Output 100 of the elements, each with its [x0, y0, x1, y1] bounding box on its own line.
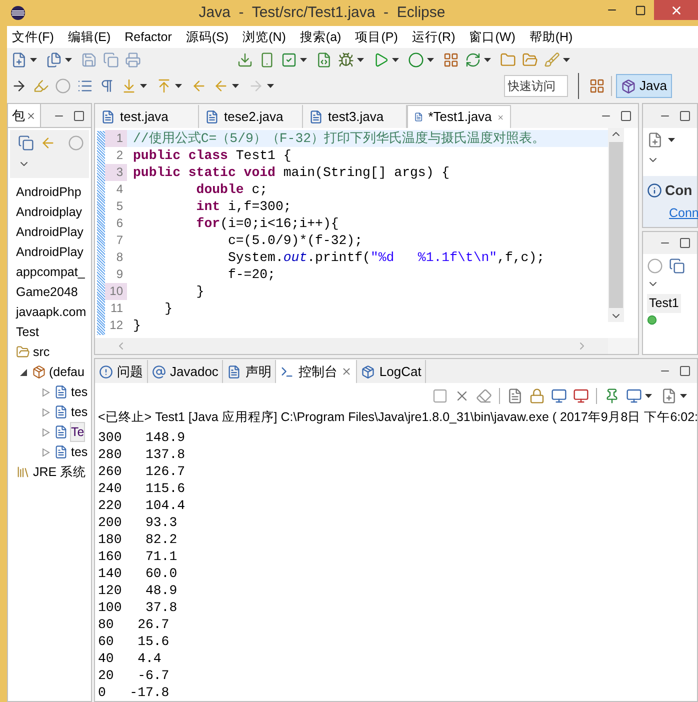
remove-all-icon[interactable]	[476, 388, 492, 404]
close-icon[interactable]	[341, 366, 352, 377]
maximize-icon[interactable]	[679, 237, 691, 249]
quick-access-field[interactable]: 快速访问	[504, 75, 568, 97]
menu-item[interactable]: 编辑(E)	[68, 28, 111, 46]
list-icon[interactable]	[77, 78, 93, 94]
tree-item[interactable]: AndroidPhp	[16, 182, 82, 202]
folder-icon[interactable]	[16, 345, 30, 359]
phone-icon[interactable]	[259, 52, 275, 68]
expanded-arrow-icon[interactable]	[20, 368, 28, 376]
java-file-icon[interactable]	[54, 405, 68, 419]
menu-item[interactable]: 窗口(W)	[469, 28, 516, 46]
collapsed-arrow-icon[interactable]	[42, 388, 50, 396]
tree-item[interactable]: tes	[71, 402, 88, 422]
folder-icon[interactable]	[500, 52, 516, 68]
pilcrow-icon[interactable]	[99, 78, 115, 94]
open-folder-icon[interactable]	[522, 52, 538, 68]
caret-icon[interactable]	[392, 58, 399, 62]
tree-item[interactable]: AndroidPlay	[16, 242, 84, 262]
tree-item[interactable]: tes	[71, 382, 88, 402]
close-icon[interactable]	[670, 4, 682, 16]
new-task-icon[interactable]	[647, 132, 663, 148]
tree-item[interactable]: Androidplay	[16, 202, 82, 222]
collapsed-arrow-icon[interactable]	[42, 448, 50, 456]
show-error-icon[interactable]	[573, 388, 589, 404]
show-output-icon[interactable]	[551, 388, 567, 404]
clear-console-icon[interactable]	[507, 388, 523, 404]
stop-icon[interactable]	[432, 388, 448, 404]
save-icon[interactable]	[81, 52, 97, 68]
download-icon[interactable]	[237, 52, 253, 68]
menu-item[interactable]: 源码(S)	[186, 28, 229, 46]
caret-icon[interactable]	[645, 394, 652, 398]
maximize-icon[interactable]	[73, 110, 85, 122]
caret-icon[interactable]	[300, 58, 307, 62]
tree-item[interactable]: AndroidPlay	[16, 222, 84, 242]
caret-icon[interactable]	[427, 58, 434, 62]
library-icon[interactable]	[16, 465, 30, 479]
tree-item[interactable]: JRE 系统	[33, 462, 86, 482]
display-console-icon[interactable]	[626, 388, 642, 404]
new-console-icon[interactable]	[661, 388, 677, 404]
tree-item[interactable]: appcompat_	[16, 262, 85, 282]
connect-link[interactable]: Conn	[669, 206, 698, 220]
menu-item[interactable]: Refactor	[124, 28, 172, 46]
save-all-icon[interactable]	[103, 52, 119, 68]
caret-icon[interactable]	[30, 58, 37, 62]
maximize-icon[interactable]	[620, 110, 632, 122]
next-annotation-icon[interactable]	[11, 78, 27, 94]
tree-item[interactable]: javaapk.com	[16, 302, 86, 322]
menu-item[interactable]: 搜索(a)	[300, 28, 342, 46]
tree-item[interactable]: Te	[71, 422, 84, 442]
close-button[interactable]	[654, 0, 698, 20]
refresh-icon[interactable]	[465, 52, 481, 68]
maximize-icon[interactable]	[679, 110, 691, 122]
caret-icon[interactable]	[680, 394, 687, 398]
method-icon[interactable]	[647, 314, 657, 325]
caret-icon[interactable]	[232, 84, 239, 88]
caret-icon[interactable]	[668, 138, 675, 142]
new-document-icon[interactable]	[46, 52, 62, 68]
grid-icon[interactable]	[443, 52, 459, 68]
menu-item[interactable]: 帮助(H)	[529, 28, 573, 46]
new-class-icon[interactable]	[316, 52, 332, 68]
bug-icon[interactable]	[338, 52, 354, 68]
collapse-all-icon[interactable]	[669, 258, 685, 274]
tree-item[interactable]: Game2048	[16, 282, 78, 302]
open-perspective-icon[interactable]	[588, 78, 605, 94]
new-file-icon[interactable]	[11, 52, 27, 68]
package-icon[interactable]	[32, 365, 46, 379]
view-tab[interactable]: 包	[8, 104, 41, 127]
menu-item[interactable]: 运行(R)	[412, 28, 456, 46]
pin-icon[interactable]	[604, 388, 620, 404]
java-file-icon[interactable]	[54, 425, 68, 439]
caret-icon[interactable]	[357, 58, 364, 62]
caret-icon[interactable]	[65, 58, 72, 62]
checkbox-icon[interactable]	[281, 52, 297, 68]
java-file-icon[interactable]	[54, 445, 68, 459]
menu-item[interactable]: 项目(P)	[355, 28, 398, 46]
caret-icon[interactable]	[140, 84, 147, 88]
editor-tab[interactable]: *Test1.java	[407, 105, 511, 128]
print-icon[interactable]	[125, 52, 141, 68]
tree-item[interactable]: src	[33, 342, 50, 362]
maximize-icon[interactable]	[679, 365, 691, 377]
caret-icon[interactable]	[484, 58, 491, 62]
tree-item[interactable]: tes	[71, 442, 88, 462]
caret-icon[interactable]	[563, 58, 570, 62]
caret-icon[interactable]	[175, 84, 182, 88]
collapse-all-icon[interactable]	[18, 135, 34, 151]
scroll-lock-icon[interactable]	[529, 388, 545, 404]
caret-icon[interactable]	[267, 84, 274, 88]
java-file-icon[interactable]	[54, 385, 68, 399]
perspective-button[interactable]: Java	[616, 74, 672, 98]
scrollbar[interactable]	[608, 128, 624, 322]
console-tab[interactable]: 控制台	[276, 360, 358, 383]
close-icon[interactable]	[26, 110, 36, 120]
collapsed-arrow-icon[interactable]	[42, 408, 50, 416]
tree-item[interactable]: (defau	[49, 362, 84, 382]
outline-item[interactable]: Test1	[647, 294, 681, 313]
menu-item[interactable]: 文件(F)	[12, 28, 54, 46]
collapsed-arrow-icon[interactable]	[42, 428, 50, 436]
maximize-icon[interactable]	[634, 4, 646, 16]
menu-item[interactable]: 浏览(N)	[242, 28, 286, 46]
